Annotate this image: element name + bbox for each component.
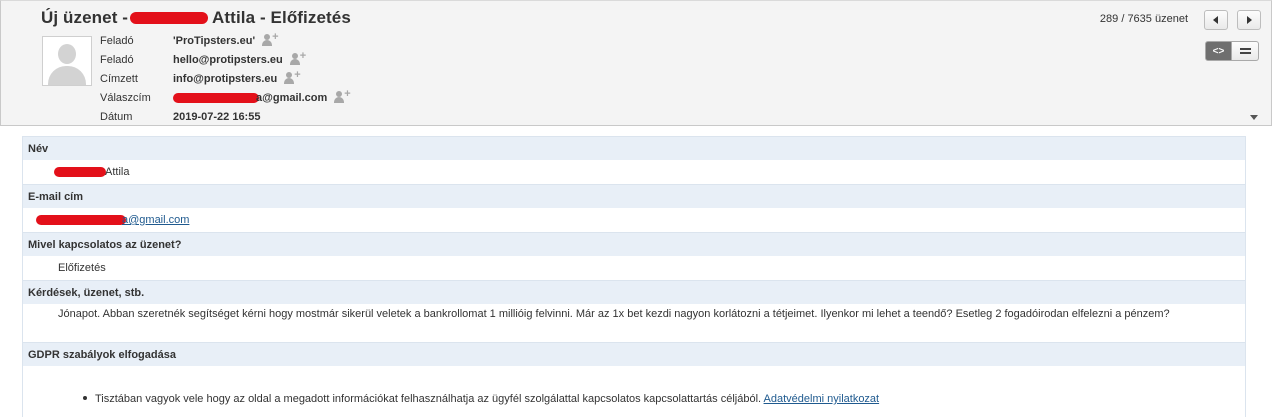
field-label: Feladó: [100, 53, 134, 66]
message-counter: 289 / 7635 üzenet: [1099, 13, 1188, 25]
bullet-icon: [83, 396, 87, 401]
redaction-mark: [173, 92, 259, 103]
field-label: Dátum: [100, 110, 133, 123]
reply-to-address: a@gmail.com: [256, 91, 328, 104]
person-silhouette-icon: [58, 44, 76, 64]
previous-message-button[interactable]: [1204, 10, 1228, 30]
add-contact-icon[interactable]: +: [289, 50, 308, 66]
section-value: Előfizetés: [22, 256, 1246, 280]
view-mode-toggle: <>: [1205, 41, 1259, 61]
header-row-reply-to: Válaszcím a@gmail.com +: [100, 88, 352, 107]
section-value: Tisztában vagyok vele hogy az oldal a me…: [22, 366, 1246, 417]
expand-header-icon[interactable]: [1250, 115, 1258, 120]
next-message-button[interactable]: [1237, 10, 1261, 30]
section-value: a@gmail.com: [22, 208, 1246, 232]
field-label: Címzett: [100, 72, 138, 85]
add-contact-icon[interactable]: +: [284, 69, 302, 85]
header-row-date: Dátum 2019-07-22 16:55: [100, 107, 352, 126]
section-heading: Név: [22, 136, 1246, 160]
header-row-to: Címzett info@protipsters.eu +: [100, 69, 352, 88]
message-body: Név Attila E-mail cím a@gmail.com Mivel …: [22, 136, 1246, 417]
mail-view: Új üzenet - Attila - Előfizetés 289 / 763…: [0, 0, 1277, 417]
arrow-left-icon: [1213, 16, 1218, 24]
person-silhouette-body: [48, 66, 86, 85]
redaction-mark: [36, 215, 126, 226]
section-heading: E-mail cím: [22, 184, 1246, 208]
lines-icon: [1239, 46, 1251, 56]
header-fields: Feladó 'ProTipsters.eu' + Feladó hello@p…: [100, 31, 352, 126]
sender-avatar: [42, 36, 92, 86]
add-contact-icon[interactable]: +: [334, 88, 352, 104]
plain-text-view-button[interactable]: [1232, 41, 1259, 61]
field-value-redacted[interactable]: a@gmail.com: [173, 92, 327, 104]
redaction-mark: [130, 11, 209, 24]
section-heading: Mivel kapcsolatos az üzenet?: [22, 232, 1246, 256]
field-value[interactable]: info@protipsters.eu: [173, 73, 277, 85]
field-label: Válaszcím: [100, 91, 151, 104]
header-row-from-name: Feladó 'ProTipsters.eu' +: [100, 31, 352, 50]
name-value: Attila: [105, 166, 130, 178]
redaction-mark: [54, 167, 106, 178]
message-header: Új üzenet - Attila - Előfizetés 289 / 763…: [0, 0, 1272, 126]
html-view-button[interactable]: <>: [1205, 41, 1232, 61]
list-item: Tisztában vagyok vele hogy az oldal a me…: [83, 387, 879, 411]
subject-prefix: Új üzenet -: [41, 8, 129, 27]
email-link[interactable]: a@gmail.com: [122, 214, 189, 226]
gdpr-text: Tisztában vagyok vele hogy az oldal a me…: [95, 393, 762, 405]
section-value: Jónapot. Abban szeretnék segítséget kérn…: [22, 304, 1246, 342]
section-value: Attila: [22, 160, 1246, 184]
field-value[interactable]: 'ProTipsters.eu': [173, 35, 255, 47]
header-row-from-address: Feladó hello@protipsters.eu +: [100, 50, 352, 69]
arrow-right-icon: [1247, 16, 1252, 24]
message-subject: Új üzenet - Attila - Előfizetés: [41, 8, 351, 28]
field-label: Feladó: [100, 34, 134, 47]
code-icon: <>: [1212, 45, 1225, 57]
field-value: 2019-07-22 16:55: [173, 110, 261, 123]
field-value[interactable]: hello@protipsters.eu: [173, 54, 283, 66]
privacy-policy-link[interactable]: Adatvédelmi nyilatkozat: [764, 393, 880, 405]
section-heading: Kérdések, üzenet, stb.: [22, 280, 1246, 304]
subject-suffix: Attila - Előfizetés: [212, 8, 351, 27]
add-contact-icon[interactable]: +: [262, 31, 280, 47]
section-heading: GDPR szabályok elfogadása: [22, 342, 1246, 366]
